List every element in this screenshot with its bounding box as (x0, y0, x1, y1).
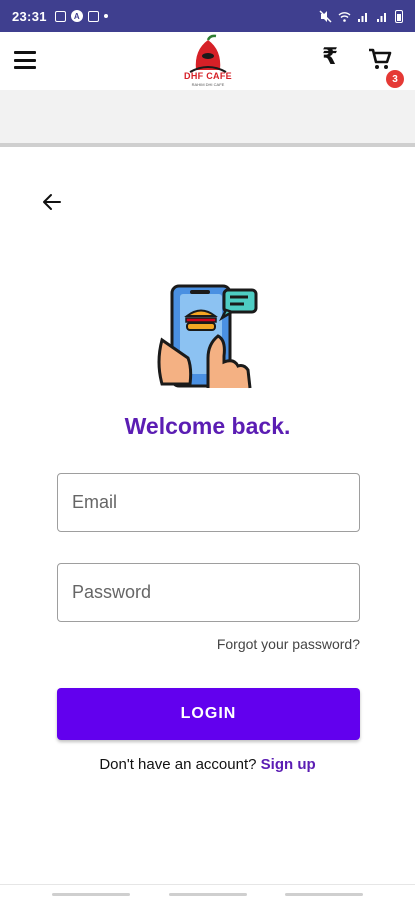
back-button[interactable] (40, 190, 66, 214)
logo: DHF CAFE RAHIM DHI CAFE (160, 34, 256, 90)
cart-count-badge: 3 (386, 70, 404, 88)
signal-icon (358, 12, 367, 22)
logo-text: DHF CAFE (184, 71, 232, 81)
email-field[interactable] (57, 473, 360, 532)
mute-icon (319, 9, 332, 23)
status-bar: 23:31 A (0, 0, 415, 32)
wifi-icon (338, 11, 351, 22)
password-input[interactable] (58, 564, 359, 621)
signup-link[interactable]: Sign up (261, 756, 316, 773)
chilli-logo-icon (189, 34, 227, 73)
battery-icon (395, 9, 403, 23)
welcome-title: Welcome back. (124, 413, 291, 439)
email-input[interactable] (58, 474, 359, 531)
status-time: 23:31 (12, 8, 47, 24)
signal-icon (377, 12, 386, 22)
phone-illustration (150, 282, 262, 392)
currency-button[interactable]: ₹ (322, 44, 338, 70)
cast-icon (87, 10, 99, 22)
nav-handle[interactable] (285, 893, 363, 896)
image-icon (54, 10, 66, 22)
no-account-text: Don't have an account? (99, 756, 257, 773)
menu-icon[interactable] (14, 51, 36, 69)
a-icon: A (70, 10, 83, 22)
forgot-password-link[interactable]: Forgot your password? (217, 636, 360, 652)
nav-handle[interactable] (52, 893, 130, 896)
phone-order-icon (157, 284, 258, 389)
password-field[interactable] (57, 563, 360, 622)
nav-handle[interactable] (169, 893, 247, 896)
signup-row: Don't have an account? Sign up (0, 756, 415, 773)
logo-subtext: RAHIM DHI CAFE (191, 82, 225, 87)
dot-icon (103, 14, 108, 18)
cart-icon (369, 48, 392, 69)
login-button[interactable]: LOGIN (57, 688, 360, 740)
back-arrow-icon (43, 194, 61, 210)
banner-area (0, 90, 415, 147)
nav-bar (0, 884, 415, 900)
app-header: DHF CAFE RAHIM DHI CAFE ₹ 3 (0, 32, 415, 90)
